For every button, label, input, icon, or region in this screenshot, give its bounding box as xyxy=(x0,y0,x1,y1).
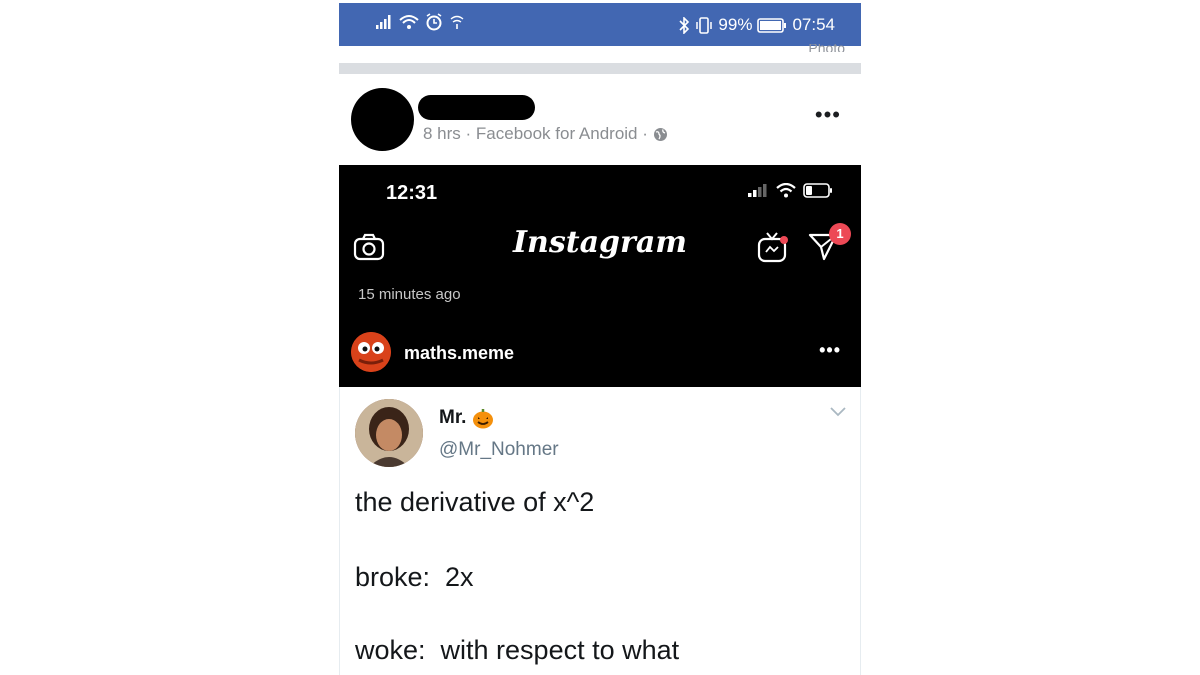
globe-icon xyxy=(653,127,667,141)
chevron-down-icon[interactable] xyxy=(830,407,846,417)
ig-post-more-button[interactable]: ••• xyxy=(819,340,841,361)
post-meta: 8 hrs · Facebook for Android · xyxy=(423,124,668,144)
status-left-icons xyxy=(375,13,465,31)
signal-icon xyxy=(376,15,391,29)
author-avatar-redacted[interactable] xyxy=(351,88,414,151)
status-time: 07:54 xyxy=(792,15,835,34)
tweet-text-line-1: the derivative of x^2 xyxy=(355,487,595,517)
feed-divider xyxy=(339,63,861,74)
ig-username[interactable]: maths.meme xyxy=(404,343,514,364)
ig-user-avatar[interactable] xyxy=(351,332,391,372)
ig-wifi-icon xyxy=(776,183,796,198)
author-name-redacted[interactable] xyxy=(418,95,535,120)
tweet-author-avatar[interactable] xyxy=(355,399,423,467)
battery-icon xyxy=(757,17,787,33)
tweet-text-line-2: broke: 2x xyxy=(355,562,474,592)
tweet-author-handle[interactable]: @Mr_Nohmer xyxy=(439,439,559,461)
battery-percent: 99% xyxy=(718,15,753,34)
post-meta-text: 8 hrs · Facebook for Android · xyxy=(423,124,648,143)
ig-timestamp: 15 minutes ago xyxy=(358,286,461,303)
status-bar: 99% 07:54 xyxy=(339,3,861,46)
ig-status-time: 12:31 xyxy=(386,182,438,204)
pumpkin-icon xyxy=(473,409,494,429)
wifi-icon xyxy=(399,15,419,29)
ig-signal-icon xyxy=(748,183,767,197)
phone-screen: 99% 07:54 Photo 8 hrs · Facebook for And… xyxy=(339,0,861,675)
igtv-icon[interactable] xyxy=(757,231,789,263)
instagram-screenshot: 12:31 Instagram 1 15 minutes ago maths.m… xyxy=(339,165,861,387)
status-right: 99% 07:54 xyxy=(679,15,835,35)
ig-battery-icon xyxy=(803,183,832,198)
ig-post-header: maths.meme ••• xyxy=(351,332,849,372)
tweet-text-line-3: woke: with respect to what xyxy=(355,635,680,665)
post-header: 8 hrs · Facebook for Android · ••• xyxy=(339,78,861,163)
post-more-button[interactable]: ••• xyxy=(815,102,841,128)
alarm-icon xyxy=(426,13,442,31)
ig-status-icons xyxy=(747,183,833,198)
previous-post-cutoff: Photo xyxy=(808,44,845,52)
dm-notification-badge: 1 xyxy=(829,223,851,245)
tweet-author-name-text: Mr. xyxy=(439,407,467,428)
bluetooth-icon xyxy=(679,16,690,34)
tweet-card: Mr. @Mr_Nohmer the derivative of x^2 bro… xyxy=(339,387,861,675)
hotspot-icon xyxy=(450,15,464,29)
vibrate-icon xyxy=(696,16,713,34)
tweet-author-name[interactable]: Mr. xyxy=(439,407,494,429)
